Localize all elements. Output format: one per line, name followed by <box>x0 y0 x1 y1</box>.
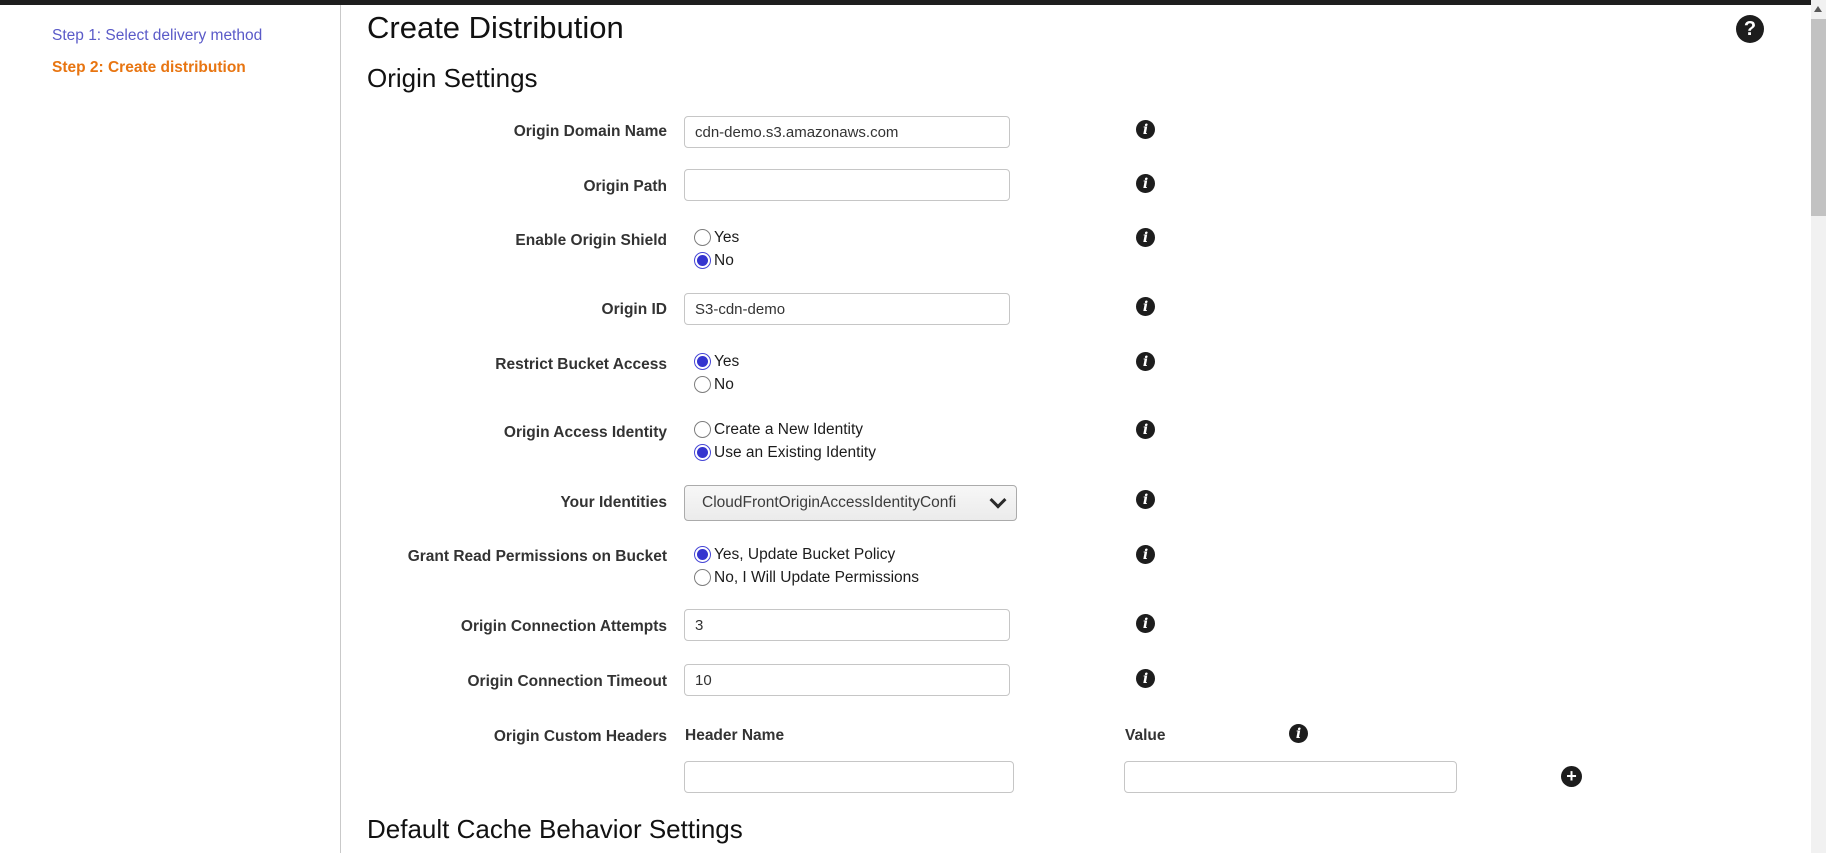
sidebar-item-step2: Step 2: Create distribution <box>52 59 246 77</box>
radio-unselected-icon[interactable] <box>694 421 711 438</box>
default-cache-behavior-heading: Default Cache Behavior Settings <box>367 814 743 845</box>
origin-access-identity-label: Origin Access Identity <box>341 423 667 442</box>
radio-label: Yes <box>714 353 739 371</box>
origin-custom-headers-label: Origin Custom Headers <box>341 727 667 746</box>
radio-label: No <box>714 252 734 270</box>
selected-identity-value: CloudFrontOriginAccessIdentityConfi <box>702 494 988 512</box>
origin-access-identity-option-existing[interactable]: Use an Existing Identity <box>694 441 876 464</box>
info-icon[interactable]: i <box>1136 669 1155 688</box>
enable-origin-shield-option-yes[interactable]: Yes <box>694 226 739 249</box>
origin-path-input[interactable] <box>684 169 1010 201</box>
info-icon[interactable]: i <box>1136 228 1155 247</box>
radio-label: No, I Will Update Permissions <box>714 569 919 587</box>
radio-selected-icon[interactable] <box>694 353 711 370</box>
radio-label: Use an Existing Identity <box>714 444 876 462</box>
custom-header-name-input[interactable] <box>684 761 1014 793</box>
origin-connection-attempts-label: Origin Connection Attempts <box>341 617 667 636</box>
origin-id-input[interactable] <box>684 293 1010 325</box>
create-distribution-form: Create Distribution Origin Settings Orig… <box>341 0 1811 853</box>
custom-header-value-input[interactable] <box>1124 761 1457 793</box>
restrict-bucket-access-label: Restrict Bucket Access <box>341 355 667 374</box>
info-icon[interactable]: i <box>1136 545 1155 564</box>
grant-read-permissions-option-no[interactable]: No, I Will Update Permissions <box>694 566 919 589</box>
radio-label: Yes <box>714 229 739 247</box>
origin-connection-timeout-label: Origin Connection Timeout <box>341 672 667 691</box>
grant-read-permissions-label: Grant Read Permissions on Bucket <box>341 547 667 566</box>
restrict-bucket-access-radio-group: Yes No <box>694 350 739 396</box>
add-header-button[interactable]: + <box>1561 766 1582 787</box>
radio-unselected-icon[interactable] <box>694 569 711 586</box>
origin-settings-heading: Origin Settings <box>367 63 538 94</box>
enable-origin-shield-option-no[interactable]: No <box>694 249 739 272</box>
scrollbar-up-arrow-icon[interactable] <box>1814 6 1822 12</box>
origin-id-label: Origin ID <box>341 300 667 319</box>
radio-label: No <box>714 376 734 394</box>
your-identities-label: Your Identities <box>341 493 667 512</box>
radio-selected-icon[interactable] <box>694 546 711 563</box>
grant-read-permissions-radio-group: Yes, Update Bucket Policy No, I Will Upd… <box>694 543 919 589</box>
origin-access-identity-option-new[interactable]: Create a New Identity <box>694 418 876 441</box>
steps-sidebar: Step 1: Select delivery method Step 2: C… <box>0 5 341 853</box>
page-title: Create Distribution <box>367 10 624 46</box>
value-column-label: Value <box>1125 727 1166 745</box>
radio-label: Yes, Update Bucket Policy <box>714 546 895 564</box>
radio-selected-icon[interactable] <box>694 444 711 461</box>
info-icon[interactable]: i <box>1136 297 1155 316</box>
scrollbar-thumb[interactable] <box>1811 19 1826 216</box>
info-icon[interactable]: i <box>1136 352 1155 371</box>
sidebar-item-step1[interactable]: Step 1: Select delivery method <box>52 27 262 45</box>
radio-label: Create a New Identity <box>714 421 863 439</box>
info-icon[interactable]: i <box>1136 120 1155 139</box>
radio-selected-icon[interactable] <box>694 252 711 269</box>
origin-connection-attempts-input[interactable] <box>684 609 1010 641</box>
info-icon[interactable]: i <box>1136 614 1155 633</box>
your-identities-select[interactable]: CloudFrontOriginAccessIdentityConfi <box>684 485 1017 521</box>
origin-path-label: Origin Path <box>341 177 667 196</box>
origin-domain-name-input[interactable] <box>684 116 1010 148</box>
info-icon[interactable]: i <box>1289 724 1308 743</box>
restrict-bucket-access-option-yes[interactable]: Yes <box>694 350 739 373</box>
chevron-down-icon <box>990 492 1007 509</box>
enable-origin-shield-radio-group: Yes No <box>694 226 739 272</box>
grant-read-permissions-option-yes[interactable]: Yes, Update Bucket Policy <box>694 543 919 566</box>
info-icon[interactable]: i <box>1136 490 1155 509</box>
origin-connection-timeout-input[interactable] <box>684 664 1010 696</box>
restrict-bucket-access-option-no[interactable]: No <box>694 373 739 396</box>
scrollbar-track <box>1811 0 1826 853</box>
info-icon[interactable]: i <box>1136 420 1155 439</box>
help-icon[interactable]: ? <box>1736 15 1764 43</box>
origin-domain-name-label: Origin Domain Name <box>341 122 667 141</box>
info-icon[interactable]: i <box>1136 174 1155 193</box>
enable-origin-shield-label: Enable Origin Shield <box>341 231 667 250</box>
radio-unselected-icon[interactable] <box>694 376 711 393</box>
origin-access-identity-radio-group: Create a New Identity Use an Existing Id… <box>694 418 876 464</box>
header-name-column-label: Header Name <box>685 727 784 745</box>
radio-unselected-icon[interactable] <box>694 229 711 246</box>
